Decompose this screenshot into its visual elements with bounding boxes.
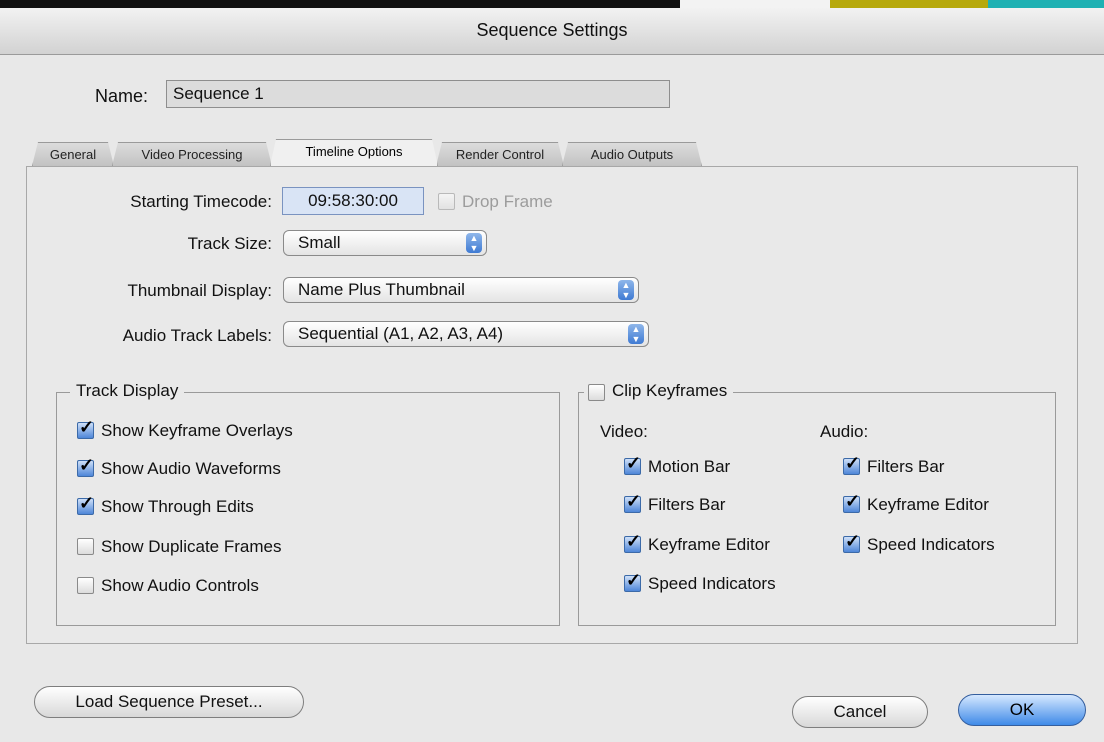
audio-filters-bar-checkbox[interactable]: ✓ [843,453,860,475]
video-speed-indicators-checkbox[interactable]: ✓ [624,570,641,592]
audio-speed-indicators-checkbox[interactable]: ✓ [843,531,860,553]
audio-keyframe-editor-label: Keyframe Editor [867,495,989,514]
show-through-edits-checkbox[interactable]: ✓ [77,493,94,515]
track-size-select[interactable]: Small ▲ ▼ [283,230,487,256]
name-label: Name: [95,86,149,106]
clip-keyframes-title: Clip Keyframes [584,381,734,401]
audio-track-labels-value: Sequential (A1, A2, A3, A4) [298,324,504,343]
video-motion-bar-label: Motion Bar [648,457,731,476]
audio-track-labels-select[interactable]: Sequential (A1, A2, A3, A4) ▲ ▼ [283,321,649,347]
drop-frame-label: Drop Frame [462,192,553,211]
audio-keyframe-editor-checkbox[interactable]: ✓ [843,491,860,513]
background-window-strip [0,0,1104,8]
cancel-button[interactable]: Cancel [792,696,928,728]
ok-button[interactable]: OK [958,694,1086,726]
updown-arrows-icon: ▲ ▼ [628,324,644,344]
video-keyframe-editor-label: Keyframe Editor [648,535,770,554]
video-heading: Video: [600,422,648,441]
tab-general[interactable]: General [32,142,114,166]
title-bar[interactable]: Sequence Settings [0,8,1104,55]
track-size-value: Small [298,233,341,252]
drop-frame-checkbox[interactable] [438,193,455,210]
clip-keyframes-checkbox[interactable] [588,384,605,401]
video-motion-bar-checkbox[interactable]: ✓ [624,453,641,475]
updown-arrows-icon: ▲ ▼ [466,233,482,253]
show-duplicate-frames-checkbox[interactable] [77,538,94,555]
video-filters-bar-checkbox[interactable]: ✓ [624,491,641,513]
audio-speed-indicators-label: Speed Indicators [867,535,995,554]
tab-video-processing[interactable]: Video Processing [112,142,272,166]
strip-segment [988,0,1104,8]
updown-arrows-icon: ▲ ▼ [618,280,634,300]
load-sequence-preset-button[interactable]: Load Sequence Preset... [34,686,304,718]
video-keyframe-editor-checkbox[interactable]: ✓ [624,531,641,553]
video-filters-bar-label: Filters Bar [648,495,726,514]
show-audio-controls-checkbox[interactable] [77,577,94,594]
video-speed-indicators-label: Speed Indicators [648,574,776,593]
strip-segment [680,0,830,8]
starting-timecode-label: Starting Timecode: [130,192,272,211]
window-title: Sequence Settings [476,20,628,40]
tab-render-control[interactable]: Render Control [436,142,564,166]
thumbnail-display-value: Name Plus Thumbnail [298,280,465,299]
show-audio-waveforms-label: Show Audio Waveforms [101,459,281,478]
name-input[interactable]: Sequence 1 [166,80,670,108]
show-keyframe-overlays-checkbox[interactable]: ✓ [77,417,94,439]
show-duplicate-frames-label: Show Duplicate Frames [101,537,282,556]
tab-audio-outputs[interactable]: Audio Outputs [562,142,702,166]
track-size-label: Track Size: [187,234,272,253]
show-through-edits-label: Show Through Edits [101,497,254,516]
audio-track-labels-label: Audio Track Labels: [122,326,272,345]
strip-segment [830,0,988,8]
audio-heading: Audio: [820,422,869,441]
show-keyframe-overlays-label: Show Keyframe Overlays [101,421,293,440]
track-display-title: Track Display [70,381,185,401]
show-audio-controls-label: Show Audio Controls [101,576,259,595]
tab-timeline-options[interactable]: Timeline Options [270,139,438,166]
thumbnail-display-select[interactable]: Name Plus Thumbnail ▲ ▼ [283,277,639,303]
starting-timecode-input[interactable]: 09:58:30:00 [282,187,424,215]
audio-filters-bar-label: Filters Bar [867,457,945,476]
thumbnail-display-label: Thumbnail Display: [127,281,272,300]
show-audio-waveforms-checkbox[interactable]: ✓ [77,455,94,477]
